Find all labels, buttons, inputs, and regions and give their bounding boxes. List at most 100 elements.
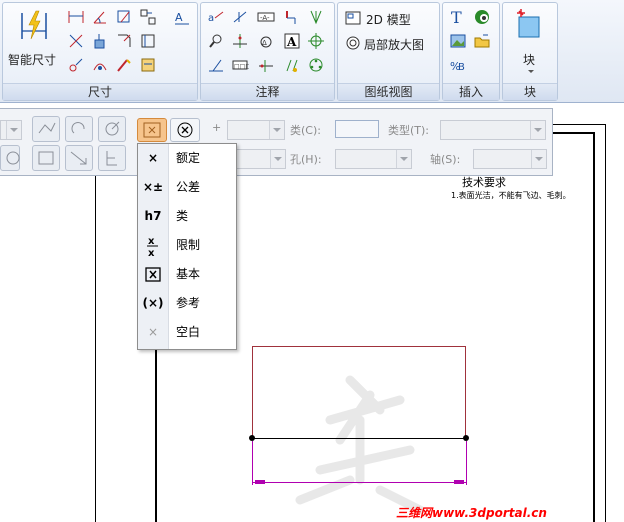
svg-text:A: A	[286, 35, 297, 49]
datum-target-icon[interactable]	[283, 8, 301, 26]
block-icon[interactable]	[515, 9, 543, 39]
dimension-group-label: 尺寸	[3, 83, 197, 100]
search-annotation-icon[interactable]	[207, 32, 225, 50]
symmetric-dimension-icon[interactable]	[67, 56, 85, 74]
plus-label: +	[212, 121, 222, 134]
insert-group-label: 插入	[443, 83, 499, 100]
baseline-dimension-icon[interactable]	[115, 8, 133, 26]
menu-item-nominal[interactable]: × 额定	[138, 144, 236, 173]
svg-text:A: A	[175, 11, 183, 24]
center-mark-button[interactable]	[0, 145, 20, 171]
menu-item-basic[interactable]: 基本	[138, 260, 236, 289]
svg-text:T: T	[451, 8, 462, 26]
menu-item-label: 参考	[176, 296, 201, 310]
horizontal-dimension-icon[interactable]	[67, 8, 85, 26]
frame-right-border	[593, 132, 595, 522]
insert-image-icon[interactable]	[449, 32, 467, 50]
menu-item-tolerance[interactable]: ×± 公差	[138, 173, 236, 202]
insert-object-icon[interactable]	[473, 8, 491, 26]
menu-item-class[interactable]: h7 类	[138, 202, 236, 231]
reference-display-button[interactable]	[170, 118, 200, 142]
angle-style-button[interactable]	[98, 116, 126, 142]
feature-control-frame-icon[interactable]: -A-	[257, 8, 275, 26]
precision-combo[interactable]	[0, 120, 22, 140]
cosmetic-thread-icon[interactable]	[257, 56, 275, 74]
text-note-icon[interactable]: A	[283, 32, 301, 50]
dimension-style-icon[interactable]	[139, 56, 157, 74]
tolerance-value-combo[interactable]	[227, 120, 285, 140]
annotation-group: a -A- Δ A □□□ 注释	[200, 2, 335, 101]
block-group: 块 块	[502, 2, 558, 101]
dimension-extension-left	[252, 441, 253, 485]
menu-item-reference[interactable]: (×) 参考	[138, 289, 236, 318]
arc-dimension-icon[interactable]	[91, 56, 109, 74]
type-combo[interactable]	[440, 120, 546, 140]
part-outline[interactable]	[252, 346, 466, 439]
class-input[interactable]	[335, 120, 379, 138]
part-bottom-edge[interactable]	[252, 438, 467, 439]
center-mark-icon[interactable]	[231, 32, 249, 50]
type-label: 类型(T):	[388, 124, 430, 137]
dimension-text-button[interactable]	[32, 145, 60, 171]
insert-group: T % B 插入	[442, 2, 500, 101]
detail-view-label[interactable]: 局部放大图	[364, 36, 424, 53]
dimension-arrow-left-icon	[255, 480, 265, 484]
hole-combo[interactable]	[335, 149, 412, 169]
balloon-icon[interactable]	[307, 56, 325, 74]
foreshortened-button[interactable]	[98, 145, 126, 171]
sheet-top-border	[552, 124, 606, 125]
smart-dimension-label[interactable]: 智能尺寸	[8, 51, 56, 68]
class-icon: h7	[144, 209, 162, 223]
block-dropdown-arrow-icon[interactable]	[528, 70, 534, 73]
tolerance-display-button[interactable]	[137, 118, 167, 142]
coordinate-dimension-icon[interactable]	[139, 32, 157, 50]
weld-symbol-icon[interactable]	[307, 8, 325, 26]
dimension-arrow-right-icon	[454, 480, 464, 484]
chamfer-dimension-icon[interactable]	[115, 32, 133, 50]
axis-combo[interactable]	[473, 149, 547, 169]
model-2d-label[interactable]: 2D 模型	[366, 11, 411, 28]
dimension-extension-right	[466, 441, 467, 485]
insert-file-icon[interactable]	[473, 32, 491, 50]
menu-item-label: 基本	[176, 267, 201, 281]
insert-hyperlink-icon[interactable]: % B	[449, 56, 467, 74]
menu-item-label: 额定	[176, 151, 201, 165]
dimension-group: 智能尺寸 A 尺寸	[2, 2, 198, 101]
chain-dimension-icon[interactable]	[139, 8, 157, 26]
centerline-icon[interactable]	[307, 32, 325, 50]
smart-dimension-icon[interactable]	[19, 9, 49, 43]
geometric-tolerance-icon[interactable]	[207, 56, 225, 74]
menu-item-limit[interactable]: xx 限制	[138, 231, 236, 260]
block-button-label[interactable]: 块	[523, 51, 535, 68]
reference-icon: (×)	[142, 296, 164, 310]
witness-line-button[interactable]	[65, 145, 93, 171]
drawing-view-group: 2D 模型 局部放大图 图纸视图	[337, 2, 440, 101]
leader-style-button[interactable]	[32, 116, 60, 142]
surface-finish-icon[interactable]: Δ	[257, 32, 275, 50]
detail-view-icon[interactable]	[344, 34, 362, 52]
model-2d-icon[interactable]	[344, 9, 362, 27]
arc-condition-button[interactable]	[65, 116, 93, 142]
class-label: 类(C):	[290, 124, 321, 137]
angle-dimension-icon[interactable]	[91, 8, 109, 26]
vertical-dimension-icon[interactable]	[67, 32, 85, 50]
insert-text-icon[interactable]: T	[449, 8, 467, 26]
tech-req-title: 技术要求	[462, 176, 506, 189]
menu-item-blank[interactable]: × 空白	[138, 318, 236, 347]
revision-symbol-icon[interactable]	[283, 56, 301, 74]
autodimension-icon[interactable]: A	[173, 8, 191, 26]
hole-label: 孔(H):	[290, 153, 322, 166]
sheet-left-border	[95, 174, 96, 522]
ribbon: 智能尺寸 A 尺寸 a -A- Δ A □□□ 注释 2D 模型 局部放大图 图…	[0, 0, 624, 103]
edit-dimension-icon[interactable]	[115, 56, 133, 74]
svg-text:a: a	[208, 13, 214, 24]
dimension-line[interactable]	[252, 482, 467, 483]
svg-text:Δ: Δ	[262, 39, 267, 47]
leader-icon[interactable]	[231, 8, 249, 26]
annotation-group-label: 注释	[201, 83, 334, 100]
callout-icon[interactable]: a	[207, 8, 225, 26]
hatch-icon[interactable]: □□□	[231, 56, 249, 74]
ordinate-dimension-icon[interactable]	[91, 32, 109, 50]
menu-item-label: 限制	[176, 238, 201, 252]
lower-tolerance-combo[interactable]	[236, 149, 286, 169]
